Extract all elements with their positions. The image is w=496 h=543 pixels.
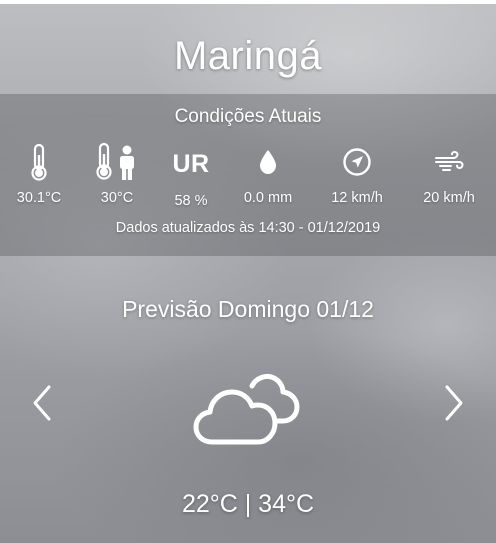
city-name: Maringá <box>173 34 322 78</box>
top-strip <box>0 0 496 4</box>
chevron-left-icon <box>33 385 51 421</box>
humidity-label: UR <box>172 149 210 178</box>
metric-wind-gust: 20 km/h <box>404 142 494 214</box>
chevron-right-icon <box>445 385 463 421</box>
current-conditions-title: Condições Atuais <box>174 106 322 127</box>
last-updated-text: Dados atualizados às 14:30 - 01/12/2019 <box>115 220 381 236</box>
wind-gust-value: 20 km/h <box>423 190 475 206</box>
raindrop-icon <box>223 142 313 182</box>
wind-gust-icon <box>404 142 494 182</box>
forecast-title: Previsão Domingo 01/12 <box>122 296 374 322</box>
wind-value: 12 km/h <box>331 190 383 206</box>
current-conditions-panel: Condições Atuais 30.1°C 30°C UR 58 % 0.0… <box>0 94 496 256</box>
rain-value: 0.0 mm <box>243 190 293 206</box>
next-day-button[interactable] <box>434 380 474 426</box>
metric-wind: 12 km/h <box>312 142 402 214</box>
cloudy-icon <box>190 372 306 452</box>
forecast-temperatures: 22°C | 34°C <box>181 490 315 518</box>
wind-direction-icon <box>312 142 402 182</box>
metric-rain: 0.0 mm <box>223 142 313 214</box>
previous-day-button[interactable] <box>22 380 62 426</box>
